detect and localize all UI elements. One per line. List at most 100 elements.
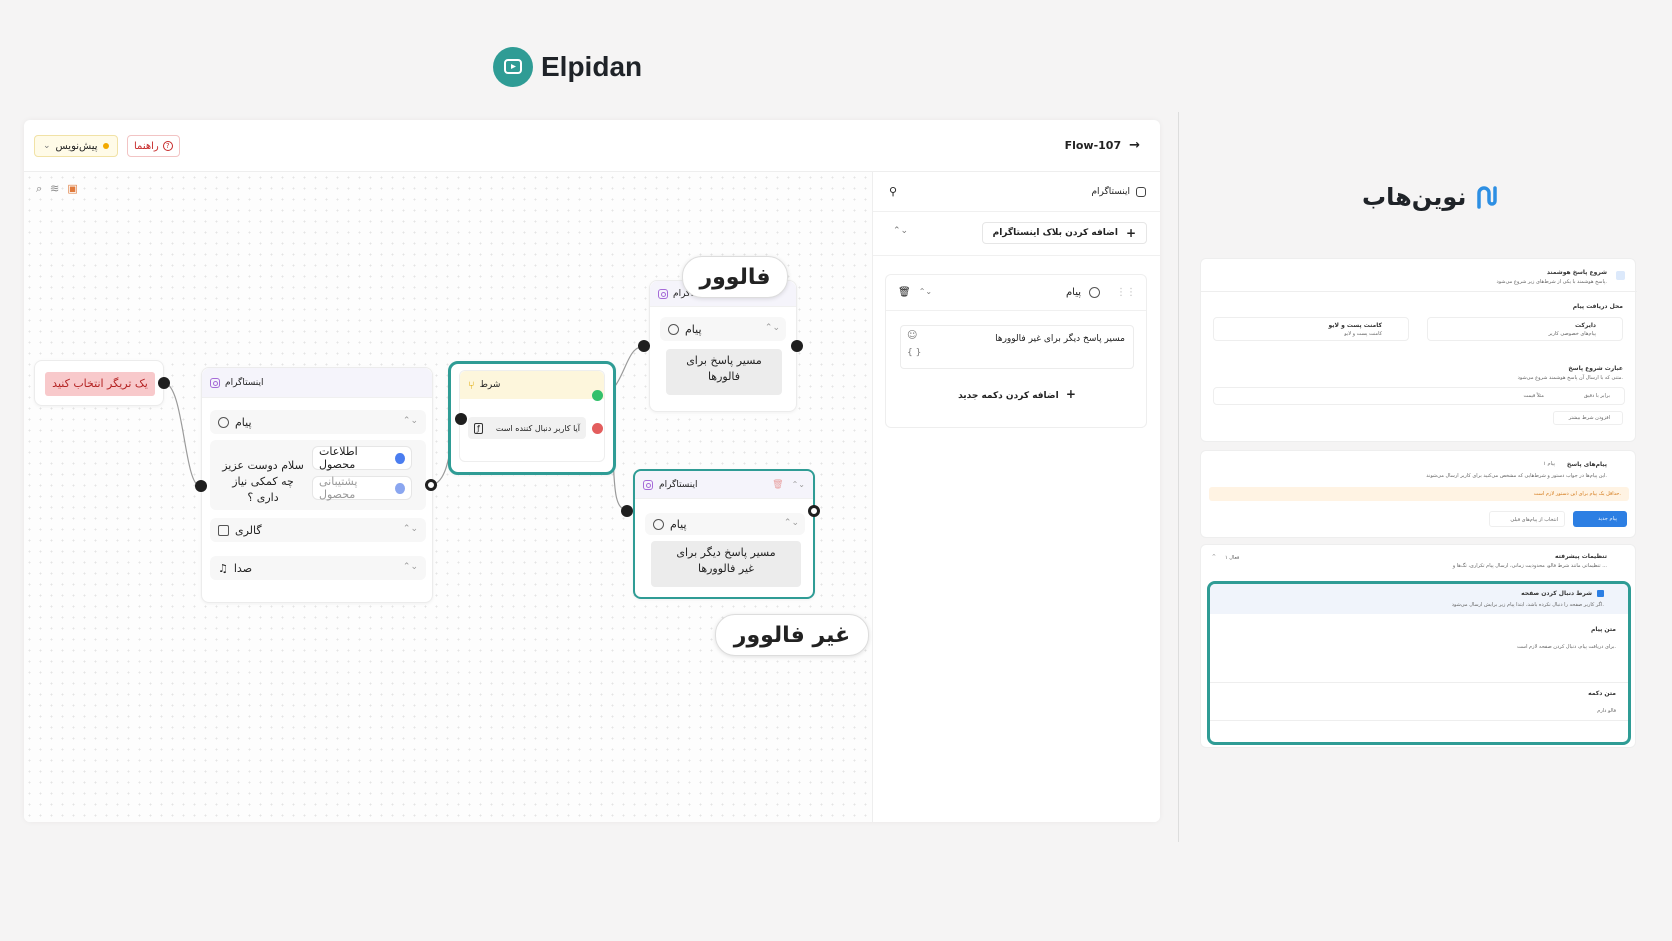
new-message-button[interactable]: پیام جدید [1573, 511, 1627, 527]
trigger-output-port[interactable] [158, 377, 170, 389]
message-editor-text: مسیر پاسخ دیگر برای غیر فالوورها [995, 334, 1125, 344]
condition-rule[interactable]: ƒ آیا کاربر دنبال کننده است [468, 417, 586, 439]
emoji-icon[interactable]: ☺ [907, 330, 917, 341]
nonfollower-head-actions: 🗑 ⌃⌄ [772, 480, 805, 490]
add-condition-label: افزودن شرط بیشتر [1568, 415, 1610, 421]
warning-banner: حداقل یک پیام برای این دستور لازم است. [1209, 487, 1629, 501]
nonfollower-node-title: اینستاگرام [659, 479, 698, 490]
divider [1210, 720, 1628, 721]
nonfollower-output-port[interactable] [808, 505, 820, 517]
elpidan-brand: Elpidan [493, 47, 642, 87]
condition-false-port[interactable] [592, 423, 603, 434]
direct-label: دایرکت [1575, 322, 1596, 329]
pick-previous-label: انتخاب از پیام‌های قبلی [1510, 517, 1558, 523]
instagram-output-port[interactable] [425, 479, 437, 491]
message-text: سلام دوست عزیز چه کمکی نیاز داری ؟ [218, 454, 308, 510]
add-instagram-block-button[interactable]: اضافه کردن بلاک اینستاگرام + [981, 222, 1147, 244]
trash-icon[interactable]: 🗑 [898, 287, 911, 298]
message-editor[interactable]: مسیر پاسخ دیگر برای غیر فالوورها ☺ { } [900, 325, 1134, 369]
instagram-node-title: اینستاگرام [225, 377, 264, 388]
chevron-updown-icon[interactable]: ⌃⌄ [792, 480, 805, 490]
flow-name: Flow-107 [1064, 139, 1122, 152]
add-new-button[interactable]: اضافه کردن دکمه جدید + [886, 387, 1148, 401]
trash-icon[interactable]: 🗑 [772, 480, 783, 490]
condition-header: ⑂ شرط [460, 371, 604, 399]
instagram-icon [1136, 186, 1146, 197]
instagram-icon [658, 288, 668, 299]
instagram-node[interactable]: اینستاگرام پیام ⌃⌄ سلام دوست عزیز چه کمک… [201, 367, 433, 603]
follower-line-2: فالورها [707, 370, 741, 383]
status-dot-icon [102, 143, 109, 149]
chevron-updown-icon: ⌃⌄ [402, 562, 418, 572]
pin-icon[interactable]: ⚲ [889, 185, 897, 198]
chevron-updown-icon[interactable]: ⌃⌄ [919, 287, 932, 298]
editor-toolbar: ⌄ پیش‌نویس راهنما ? Flow-107 → [24, 120, 1160, 172]
follower-output-port[interactable] [791, 340, 803, 352]
condition-node[interactable]: ⑂ شرط ƒ آیا کاربر دنبال کننده است [448, 361, 616, 475]
instagram-node-header: اینستاگرام [202, 368, 432, 398]
add-block-label: اضافه کردن بلاک اینستاگرام [992, 228, 1118, 238]
nonfollower-input-port[interactable] [621, 505, 633, 517]
follower-input-port[interactable] [638, 340, 650, 352]
condition-true-port[interactable] [592, 390, 603, 401]
direct-option[interactable]: دایرکت پیام‌های خصوصی کاربر [1427, 317, 1623, 341]
message-icon [653, 518, 664, 530]
start-icon [1616, 271, 1625, 280]
message-block-actions: 🗑 ⌃⌄ [898, 287, 932, 298]
trigger-label: یک تریگر انتخاب کنید [45, 372, 155, 396]
condition-inner: ⑂ شرط ƒ آیا کاربر دنبال کننده است [459, 370, 605, 462]
guide-label: راهنما [134, 140, 159, 152]
draft-label: پیش‌نویس [55, 140, 98, 152]
guide-button[interactable]: راهنما ? [127, 135, 180, 157]
pick-previous-button[interactable]: انتخاب از پیام‌های قبلی [1489, 511, 1565, 527]
chevron-updown-icon[interactable]: ⌃⌄ [893, 226, 908, 236]
nonfollower-message-row[interactable]: پیام ⌃⌄ [645, 513, 805, 535]
message-line-1: سلام دوست عزیز [222, 459, 304, 472]
drag-handle-icon[interactable]: ⋮⋮ [1116, 287, 1136, 298]
gallery-row[interactable]: گالری ⌃⌄ [210, 518, 426, 542]
message-row[interactable]: پیام ⌃⌄ [210, 410, 426, 434]
chevron-down-icon: ⌄ [43, 141, 51, 151]
product-info-label: اطلاعات محصول [319, 445, 358, 471]
instagram-input-port[interactable] [195, 480, 207, 492]
card2-badge: ۱ پیام [1543, 461, 1555, 467]
phrase-input[interactable]: برابر با دقیق مثلاً قیمت [1213, 387, 1625, 405]
message-icon [1089, 287, 1100, 298]
condition-input-port[interactable] [455, 413, 467, 425]
product-support-button[interactable]: پشتیبانی محصول [312, 475, 412, 501]
comment-option[interactable]: کامنت پست و لایو کامنت پست و لایو [1213, 317, 1409, 341]
elpidan-logo-icon [493, 47, 533, 87]
reply-messages-card: پیام‌های پاسخ ۱ پیام این پیام‌ها در جواب… [1200, 450, 1636, 538]
panel-title: اینستاگرام [1091, 186, 1146, 197]
novinhub-brand: نوین‌هاب [1362, 182, 1502, 212]
gallery-label: گالری [235, 523, 262, 537]
chevron-updown-icon: ⌃⌄ [402, 416, 418, 426]
add-new-button-label: اضافه کردن دکمه جدید [958, 391, 1059, 401]
warning-text: حداقل یک پیام برای این دستور لازم است. [1533, 491, 1621, 497]
arrow-right-icon[interactable]: → [1129, 138, 1140, 153]
chevron-updown-icon: ⌃⌄ [783, 518, 799, 528]
message-block-card[interactable]: 🗑 ⌃⌄ پیام ⋮⋮ مسیر پاسخ دیگر برای غیر فال… [885, 274, 1147, 428]
smart-reply-start-card: شروع پاسخ هوشمند پاسخ هوشمند با یکی از ش… [1200, 258, 1637, 442]
nonfollower-instagram-node[interactable]: اینستاگرام 🗑 ⌃⌄ پیام ⌃⌄ مسیر پاسخ دیگر ب… [633, 469, 815, 599]
product-info-button[interactable]: اطلاعات محصول [312, 445, 412, 471]
flow-canvas[interactable]: ⌕ ≋ ▣ یک تریگر انتخاب کنید اینستاگرام پی… [24, 172, 872, 822]
draft-status-button[interactable]: ⌄ پیش‌نویس [34, 135, 118, 157]
add-condition-button[interactable]: افزودن شرط بیشتر [1553, 411, 1623, 425]
follower-message-row[interactable]: پیام ⌃⌄ [660, 317, 786, 341]
panel-header: ⚲ اینستاگرام [873, 172, 1160, 212]
follower-instagram-node[interactable]: اینستاگرام پیام ⌃⌄ مسیر پاسخ برای فالوره… [649, 280, 797, 412]
headphones-icon: ♫ [218, 561, 228, 575]
variable-icon[interactable]: { } [907, 348, 921, 358]
divider [1201, 291, 1637, 292]
chevron-up-icon[interactable]: ⌃ [1211, 553, 1217, 561]
checkbox-icon[interactable] [1597, 590, 1604, 597]
card2-title: پیام‌های پاسخ [1566, 461, 1607, 468]
msg-text-label: متن پیام [1590, 626, 1616, 633]
card3-title: تنظیمات پیشرفته [1555, 553, 1607, 560]
nonfollower-line-2: غیر فالوورها [697, 562, 755, 575]
flow-editor: ⌄ پیش‌نویس راهنما ? Flow-107 → ⌕ ≋ ▣ یک … [24, 120, 1160, 822]
audio-row[interactable]: ♫ صدا ⌃⌄ [210, 556, 426, 580]
trigger-node[interactable]: یک تریگر انتخاب کنید [34, 360, 164, 406]
follow-title: شرط دنبال کردن صفحه [1521, 590, 1592, 597]
